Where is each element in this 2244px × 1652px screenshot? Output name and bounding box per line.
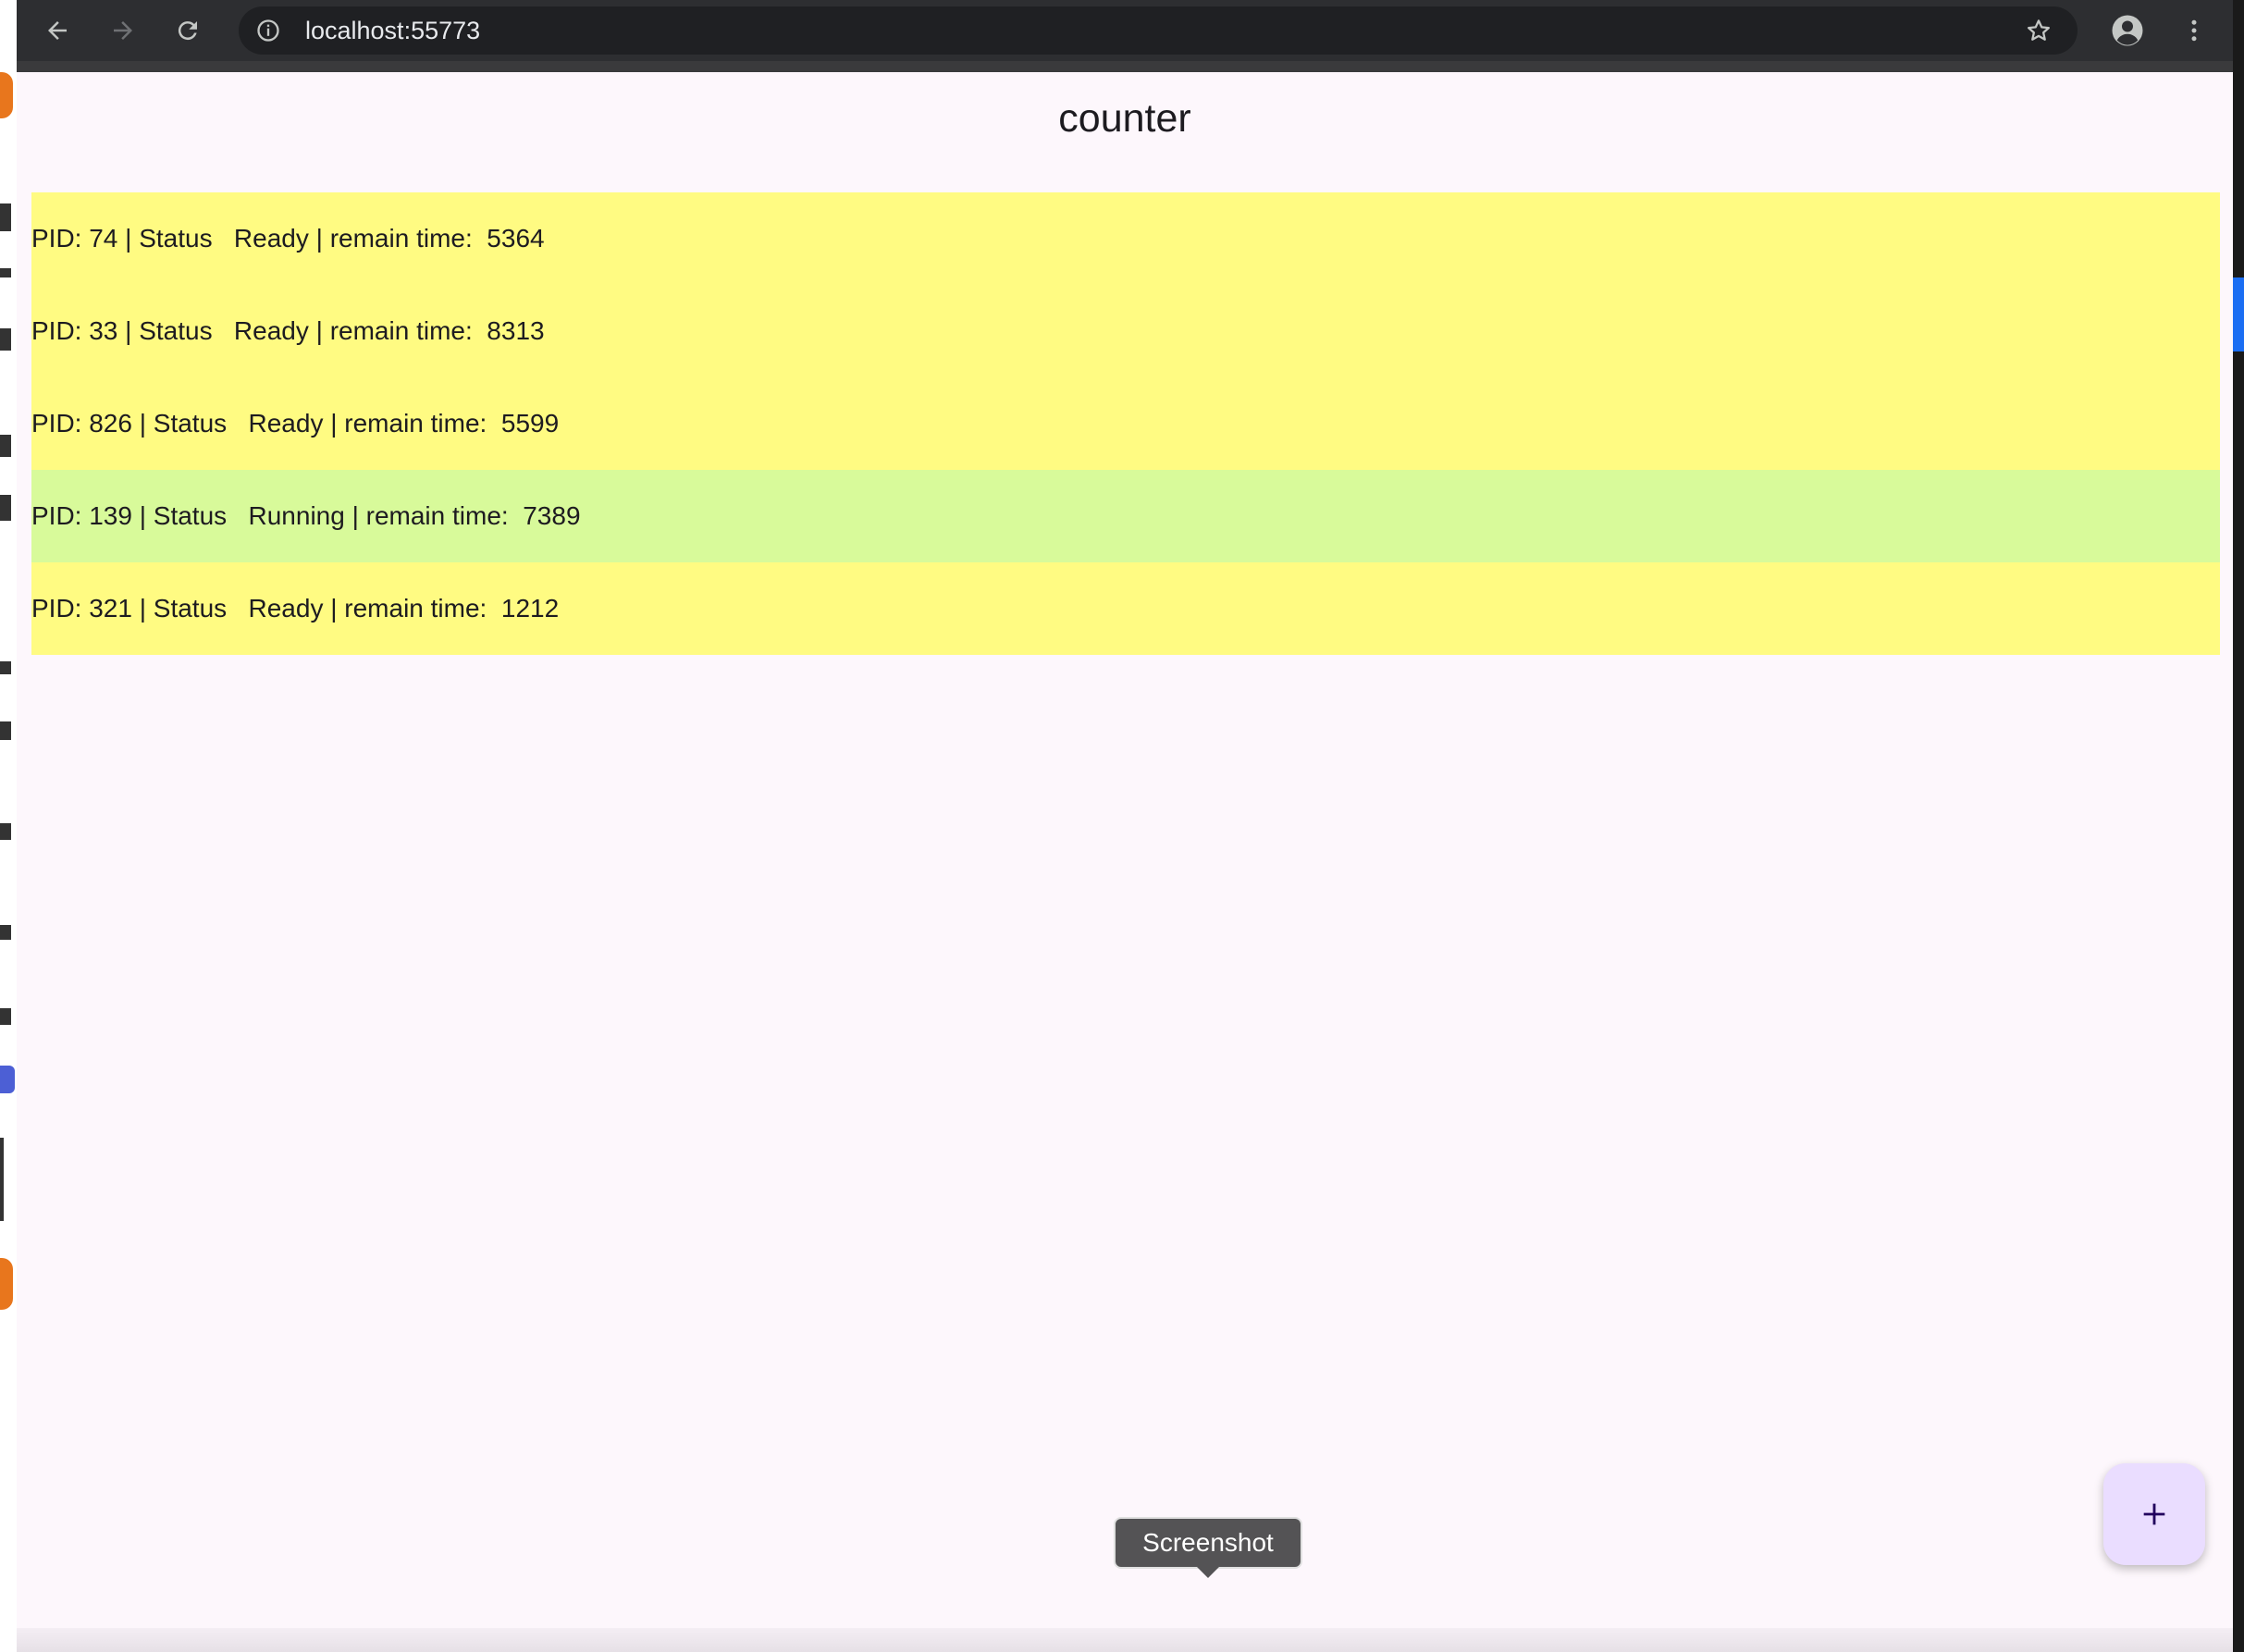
- background-fragment: [0, 72, 13, 118]
- background-fragment: [0, 328, 11, 351]
- background-fragment: [0, 268, 11, 277]
- background-window-right: [2233, 0, 2244, 1652]
- process-row: PID: 321 | Status Ready | remain time: 1…: [31, 562, 2220, 655]
- reload-icon: [178, 21, 197, 41]
- background-fragment: [0, 823, 11, 840]
- process-text: PID: 74 | Status Ready | remain time: 53…: [31, 224, 545, 253]
- background-fragment: [0, 1066, 15, 1093]
- back-button[interactable]: [39, 12, 76, 49]
- process-text: PID: 826 | Status Ready | remain time: 5…: [31, 409, 560, 438]
- browser-menu-button[interactable]: [2176, 12, 2213, 49]
- background-fragment: [0, 1008, 11, 1025]
- background-window-left: [0, 0, 17, 1652]
- app-page: counter PID: 74 | Status Ready | remain …: [17, 72, 2233, 1652]
- info-icon: [257, 19, 279, 42]
- background-fragment: [2233, 277, 2244, 351]
- background-fragment: [0, 1258, 13, 1310]
- toolbar-divider: [17, 61, 2233, 72]
- background-fragment: [0, 721, 11, 740]
- background-fragment: [0, 435, 11, 457]
- profile-icon: [2112, 15, 2143, 46]
- star-icon: [2028, 19, 2050, 41]
- forward-button[interactable]: [105, 12, 142, 49]
- process-row: PID: 74 | Status Ready | remain time: 53…: [31, 192, 2220, 285]
- url-text[interactable]: localhost:55773: [305, 6, 480, 55]
- site-info-button[interactable]: [253, 16, 283, 45]
- profile-button[interactable]: [2109, 12, 2146, 49]
- process-list: PID: 74 | Status Ready | remain time: 53…: [31, 192, 2220, 655]
- address-bar[interactable]: localhost:55773: [239, 6, 2078, 55]
- screenshot-tooltip: Screenshot: [1114, 1517, 1302, 1569]
- process-row: PID: 826 | Status Ready | remain time: 5…: [31, 377, 2220, 470]
- add-process-button[interactable]: [2103, 1463, 2205, 1565]
- process-text: PID: 139 | Status Running | remain time:…: [31, 501, 581, 530]
- browser-window: localhost:55773 counter PID: 74 | Status…: [17, 0, 2233, 1652]
- background-fragment: [0, 495, 11, 521]
- kebab-menu-icon: [2191, 19, 2197, 42]
- process-row: PID: 139 | Status Running | remain time:…: [31, 470, 2220, 562]
- process-text: PID: 321 | Status Ready | remain time: 1…: [31, 594, 560, 623]
- background-fragment: [0, 203, 11, 231]
- bottom-edge: [17, 1628, 2233, 1652]
- reload-button[interactable]: [169, 12, 206, 49]
- background-fragment: [0, 925, 11, 940]
- background-fragment: [0, 1138, 4, 1221]
- tooltip-arrow: [1197, 1567, 1219, 1578]
- page-title: counter: [1058, 96, 1191, 141]
- plus-icon: [2143, 1503, 2165, 1525]
- back-arrow-icon: [48, 21, 67, 40]
- tooltip-label: Screenshot: [1142, 1528, 1274, 1557]
- bookmark-button[interactable]: [2024, 16, 2053, 45]
- background-fragment: [0, 661, 11, 674]
- process-text: PID: 33 | Status Ready | remain time: 83…: [31, 316, 545, 345]
- forward-arrow-icon: [114, 21, 132, 40]
- browser-toolbar: localhost:55773: [17, 0, 2233, 61]
- process-row: PID: 33 | Status Ready | remain time: 83…: [31, 285, 2220, 377]
